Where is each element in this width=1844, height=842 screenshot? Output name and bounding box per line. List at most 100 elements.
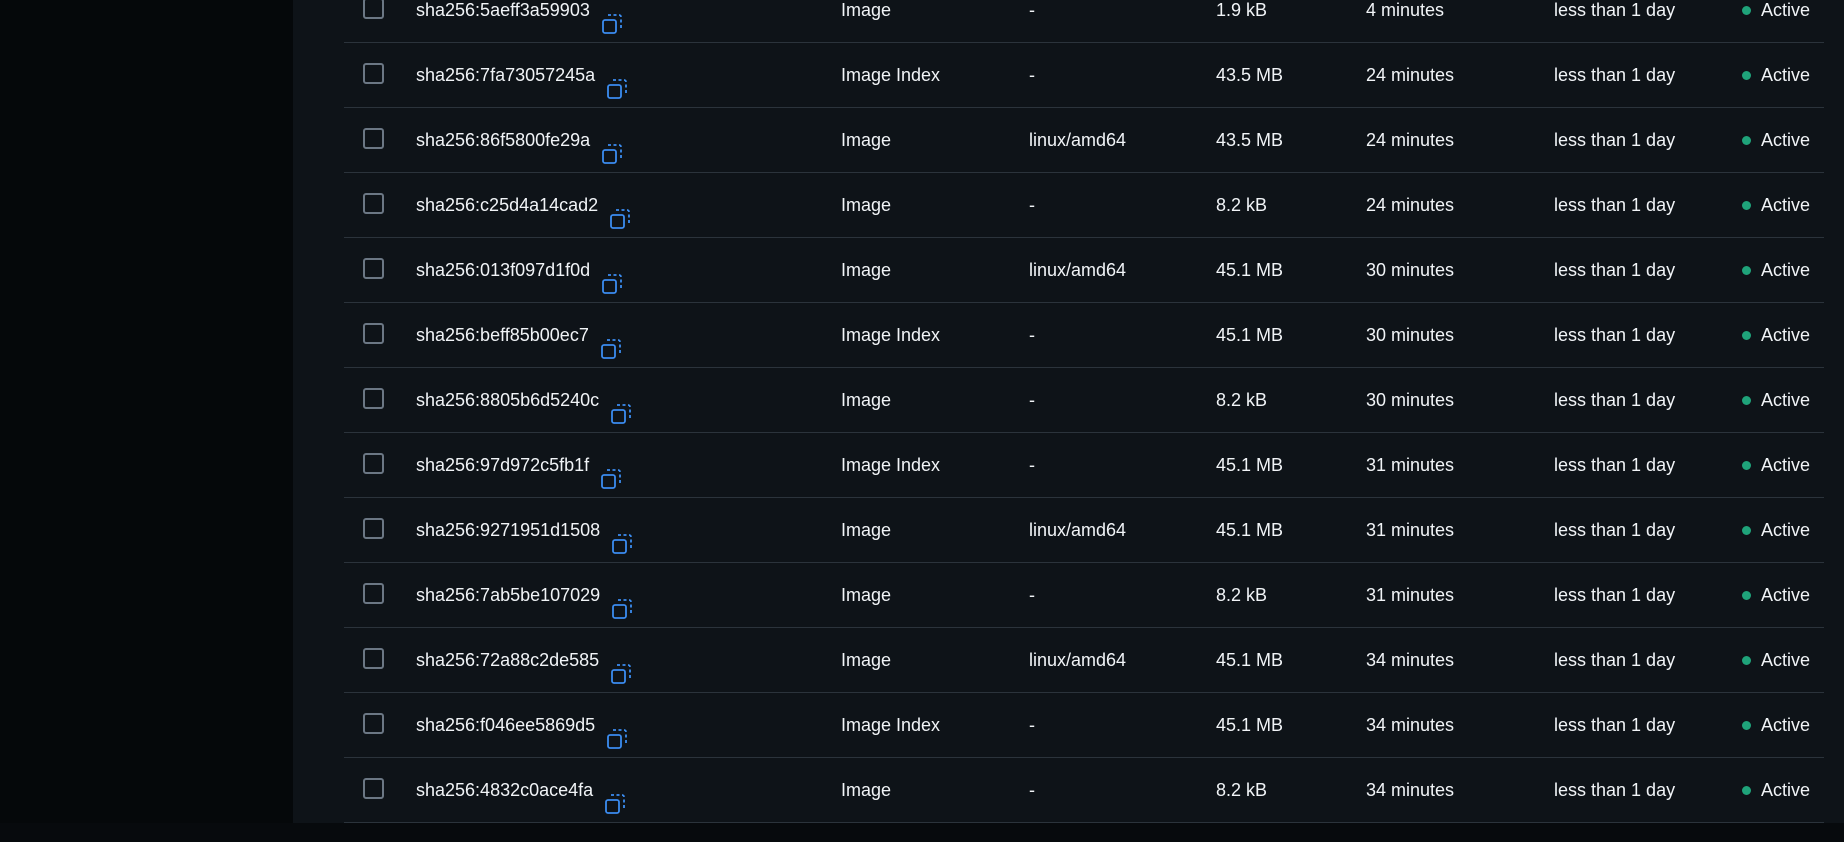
table-row[interactable]: sha256:72a88c2de585 Image linux/amd64 45.1 … — [344, 628, 1824, 693]
type-cell: Image — [841, 0, 892, 20]
size-cell: 43.5 MB — [1216, 65, 1284, 85]
copy-icon[interactable] — [609, 388, 633, 424]
digest-text: sha256:7ab5be107029 — [416, 585, 601, 605]
size-cell: 45.1 MB — [1216, 455, 1284, 475]
status-dot-icon — [1742, 200, 1751, 210]
copy-icon[interactable] — [610, 518, 634, 554]
digest-cell: sha256:7fa73057245a — [416, 43, 629, 107]
row-checkbox[interactable] — [363, 258, 384, 279]
type-cell: Image Index — [841, 65, 941, 85]
copy-icon[interactable] — [603, 778, 627, 814]
table-row[interactable]: sha256:7ab5be107029 Image - 8.2 kB 31 minute… — [344, 563, 1824, 628]
last-pulled-cell: less than 1 day — [1554, 585, 1676, 605]
digest-cell: sha256:97d972c5fb1f — [416, 433, 623, 497]
copy-icon[interactable] — [600, 258, 624, 294]
status-cell: Active — [1742, 108, 1810, 172]
row-checkbox[interactable] — [363, 0, 384, 19]
row-checkbox[interactable] — [363, 583, 384, 604]
status-cell: Active — [1742, 758, 1810, 822]
status-text: Active — [1761, 715, 1811, 735]
copy-icon[interactable] — [599, 323, 623, 359]
platform-cell: linux/amd64 — [1029, 260, 1127, 280]
platform-cell: - — [1029, 780, 1035, 800]
size-cell: 45.1 MB — [1216, 520, 1284, 540]
table-row[interactable]: sha256:f046ee5869d5 Image Index - 45.1 MB 34… — [344, 693, 1824, 758]
last-pulled-cell: less than 1 day — [1554, 325, 1676, 345]
digest-cell: sha256:86f5800fe29a — [416, 108, 624, 172]
table-row[interactable]: sha256:c25d4a14cad2 Image - 8.2 kB 24 minute… — [344, 173, 1824, 238]
size-cell: 8.2 kB — [1216, 585, 1268, 605]
copy-icon[interactable] — [605, 63, 629, 99]
table-row[interactable]: sha256:97d972c5fb1f Image Index - 45.1 MB 31… — [344, 433, 1824, 498]
row-checkbox[interactable] — [363, 453, 384, 474]
last-pulled-cell: less than 1 day — [1554, 0, 1676, 20]
platform-cell: linux/amd64 — [1029, 650, 1127, 670]
status-dot-icon — [1742, 5, 1751, 15]
last-pushed-cell: 24 minutes — [1366, 130, 1455, 150]
row-checkbox[interactable] — [363, 63, 384, 84]
digest-cell: sha256:beff85b00ec7 — [416, 303, 623, 367]
digest-text: sha256:97d972c5fb1f — [416, 455, 590, 475]
digest-cell: sha256:9271951d1508 — [416, 498, 634, 562]
digest-text: sha256:9271951d1508 — [416, 520, 601, 540]
status-text: Active — [1761, 780, 1811, 800]
size-cell: 8.2 kB — [1216, 195, 1268, 215]
status-dot-icon — [1742, 525, 1751, 535]
copy-icon[interactable] — [599, 453, 623, 489]
digest-text: sha256:72a88c2de585 — [416, 650, 600, 670]
type-cell: Image — [841, 650, 892, 670]
type-cell: Image Index — [841, 715, 941, 735]
copy-icon[interactable] — [605, 713, 629, 749]
table-row[interactable]: sha256:8805b6d5240c Image - 8.2 kB 30 minute… — [344, 368, 1824, 433]
status-text: Active — [1761, 130, 1811, 150]
copy-icon[interactable] — [608, 193, 632, 229]
row-checkbox[interactable] — [363, 713, 384, 734]
row-checkbox[interactable] — [363, 193, 384, 214]
status-text: Active — [1761, 650, 1811, 670]
row-checkbox[interactable] — [363, 128, 384, 149]
table-row[interactable]: sha256:beff85b00ec7 Image Index - 45.1 MB 30… — [344, 303, 1824, 368]
size-cell: 45.1 MB — [1216, 715, 1284, 735]
digest-text: sha256:013f097d1f0d — [416, 260, 591, 280]
last-pulled-cell: less than 1 day — [1554, 650, 1676, 670]
type-cell: Image Index — [841, 455, 941, 475]
last-pushed-cell: 31 minutes — [1366, 520, 1455, 540]
digest-cell: sha256:c25d4a14cad2 — [416, 173, 632, 237]
status-cell: Active — [1742, 303, 1810, 367]
row-checkbox[interactable] — [363, 648, 384, 669]
type-cell: Image — [841, 520, 892, 540]
row-checkbox[interactable] — [363, 388, 384, 409]
last-pushed-cell: 31 minutes — [1366, 585, 1455, 605]
status-text: Active — [1761, 455, 1811, 475]
last-pulled-cell: less than 1 day — [1554, 780, 1676, 800]
table-row[interactable]: sha256:7fa73057245a Image Index - 43.5 MB 24… — [344, 43, 1824, 108]
copy-icon[interactable] — [609, 648, 633, 684]
last-pushed-cell: 4 minutes — [1366, 0, 1445, 20]
copy-icon[interactable] — [600, 0, 624, 34]
status-text: Active — [1761, 585, 1811, 605]
row-checkbox[interactable] — [363, 778, 384, 799]
copy-icon[interactable] — [600, 128, 624, 164]
table-row[interactable]: sha256:5aeff3a59903 Image - 1.9 kB 4 minutes… — [344, 0, 1824, 43]
row-checkbox[interactable] — [363, 518, 384, 539]
last-pushed-cell: 34 minutes — [1366, 650, 1455, 670]
type-cell: Image — [841, 260, 892, 280]
size-cell: 8.2 kB — [1216, 780, 1268, 800]
row-checkbox[interactable] — [363, 323, 384, 344]
digest-text: sha256:beff85b00ec7 — [416, 325, 589, 345]
last-pushed-cell: 24 minutes — [1366, 195, 1455, 215]
status-cell: Active — [1742, 0, 1810, 42]
table-row[interactable]: sha256:9271951d1508 Image linux/amd64 45.1 … — [344, 498, 1824, 563]
size-cell: 45.1 MB — [1216, 650, 1284, 670]
copy-icon[interactable] — [610, 583, 634, 619]
digest-cell: sha256:8805b6d5240c — [416, 368, 633, 432]
last-pushed-cell: 34 minutes — [1366, 715, 1455, 735]
table-row[interactable]: sha256:4832c0ace4fa Image - 8.2 kB 34 minute… — [344, 758, 1824, 823]
digest-cell: sha256:f046ee5869d5 — [416, 693, 629, 757]
digest-cell: sha256:5aeff3a59903 — [416, 0, 624, 42]
table-row[interactable]: sha256:013f097d1f0d Image linux/amd64 45.1 … — [344, 238, 1824, 303]
table-row[interactable]: sha256:86f5800fe29a Image linux/amd64 43.5 … — [344, 108, 1824, 173]
status-dot-icon — [1742, 265, 1751, 275]
platform-cell: - — [1029, 65, 1035, 85]
last-pulled-cell: less than 1 day — [1554, 455, 1676, 475]
